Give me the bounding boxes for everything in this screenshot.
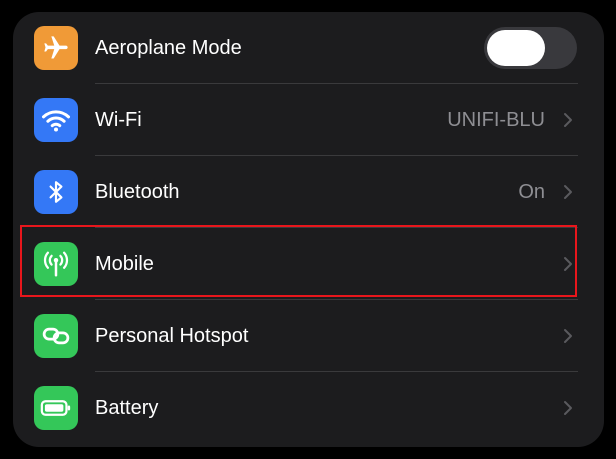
row-battery[interactable]: Battery bbox=[13, 372, 604, 444]
wifi-icon bbox=[34, 98, 78, 142]
bluetooth-icon bbox=[34, 170, 78, 214]
row-label: Battery bbox=[95, 397, 159, 419]
bluetooth-status: On bbox=[518, 181, 545, 203]
row-label: Personal Hotspot bbox=[95, 325, 249, 347]
link-icon bbox=[34, 314, 78, 358]
row-wifi[interactable]: Wi-Fi UNIFI-BLU bbox=[13, 84, 604, 156]
wifi-network-name: UNIFI-BLU bbox=[447, 109, 545, 131]
row-mobile[interactable]: Mobile bbox=[13, 228, 604, 300]
battery-icon bbox=[34, 386, 78, 430]
row-aeroplane-mode[interactable]: Aeroplane Mode bbox=[13, 12, 604, 84]
chevron-right-icon bbox=[564, 257, 572, 271]
airplane-icon bbox=[34, 26, 78, 70]
row-label: Wi-Fi bbox=[95, 109, 142, 131]
antenna-icon bbox=[34, 242, 78, 286]
chevron-right-icon bbox=[564, 329, 572, 343]
settings-list: Aeroplane Mode Wi-Fi UNIFI-BLU Bluetooth… bbox=[13, 12, 604, 447]
row-label: Aeroplane Mode bbox=[95, 37, 242, 59]
aeroplane-mode-toggle[interactable] bbox=[484, 27, 577, 69]
row-personal-hotspot[interactable]: Personal Hotspot bbox=[13, 300, 604, 372]
toggle-knob bbox=[487, 30, 545, 66]
row-bluetooth[interactable]: Bluetooth On bbox=[13, 156, 604, 228]
chevron-right-icon bbox=[564, 185, 572, 199]
chevron-right-icon bbox=[564, 113, 572, 127]
row-label: Bluetooth bbox=[95, 181, 180, 203]
row-label: Mobile bbox=[95, 253, 154, 275]
chevron-right-icon bbox=[564, 401, 572, 415]
